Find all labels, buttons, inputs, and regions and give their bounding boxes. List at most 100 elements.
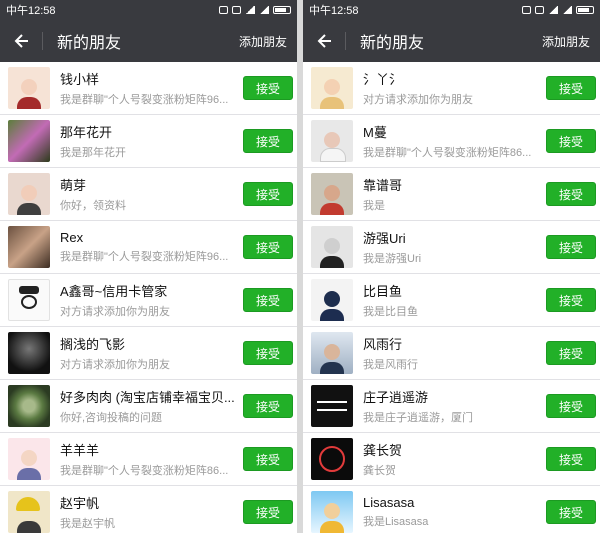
friend-name: 钱小样 (60, 72, 100, 87)
avatar (8, 226, 50, 268)
friend-name: A鑫哥~信用卡管家 (60, 284, 168, 299)
accept-button[interactable]: 接受 (546, 288, 596, 312)
divider (345, 32, 346, 50)
back-arrow-icon[interactable] (10, 29, 34, 53)
list-item[interactable]: 龚长贺 龚长贺 接受 (303, 433, 600, 486)
accept-button[interactable]: 接受 (546, 500, 596, 524)
wifi-icon (548, 6, 558, 14)
friend-message: 我是赵宇帆 (60, 518, 115, 530)
avatar (8, 385, 50, 427)
signal-icon (259, 6, 269, 14)
avatar (311, 491, 353, 533)
avatar (8, 173, 50, 215)
friend-name: 羊羊羊 (60, 443, 100, 458)
friend-name: M蔓 (363, 125, 387, 140)
avatar (8, 279, 50, 321)
friend-message: 我是庄子逍遥游，厦门 (363, 412, 473, 424)
friend-request-list: 氵丫氵 对方请求添加你为朋友 接受 M蔓 我是群聊"个人号裂变涨粉矩阵86...… (303, 62, 600, 533)
avatar (8, 491, 50, 533)
accept-button[interactable]: 接受 (243, 288, 293, 312)
accept-button[interactable]: 接受 (243, 129, 293, 153)
avatar (311, 67, 353, 109)
accept-button[interactable]: 接受 (546, 394, 596, 418)
accept-button[interactable]: 接受 (546, 129, 596, 153)
battery-icon (576, 6, 594, 14)
avatar (311, 120, 353, 162)
friend-name: 萌芽 (60, 178, 87, 193)
sync-icon (219, 6, 228, 14)
friend-name: 庄子逍遥游 (363, 390, 429, 405)
mute-icon (232, 6, 241, 14)
mute-icon (535, 6, 544, 14)
list-item[interactable]: Rex 我是群聊"个人号裂变涨粉矩阵96... 接受 (0, 221, 297, 274)
friend-message: 我是风雨行 (363, 359, 418, 371)
left-phone-screen: 中午12:58 新的朋友 添加朋友 钱小样 我是群聊"个人号裂变涨粉矩阵96..… (0, 0, 297, 533)
avatar (311, 332, 353, 374)
friend-message: 你好，领资料 (60, 200, 126, 212)
accept-button[interactable]: 接受 (546, 235, 596, 259)
avatar (311, 279, 353, 321)
back-arrow-icon[interactable] (313, 29, 337, 53)
friend-message: 你好,咨询投稿的问题 (60, 412, 163, 424)
friend-name: 氵丫氵 (363, 72, 403, 87)
accept-button[interactable]: 接受 (546, 76, 596, 100)
friend-message: 龚长贺 (363, 465, 396, 477)
accept-button[interactable]: 接受 (243, 394, 293, 418)
friend-message: 我是群聊"个人号裂变涨粉矩阵86... (363, 147, 532, 159)
list-item[interactable]: 靠谱哥 我是 接受 (303, 168, 600, 221)
avatar (8, 332, 50, 374)
top-bar: 新的朋友 添加朋友 (303, 20, 600, 62)
avatar (311, 385, 353, 427)
friend-message: 我是Lisasasa (363, 516, 429, 528)
accept-button[interactable]: 接受 (243, 235, 293, 259)
friend-message: 我是 (363, 200, 385, 212)
friend-name: 好多肉肉 (淘宝店铺幸福宝贝... (60, 390, 235, 405)
friend-request-list: 钱小样 我是群聊"个人号裂变涨粉矩阵96... 接受 那年花开 我是那年花开 接… (0, 62, 297, 533)
list-item[interactable]: 赵宇帆 我是赵宇帆 接受 (0, 486, 297, 533)
list-item[interactable]: 钱小样 我是群聊"个人号裂变涨粉矩阵96... 接受 (0, 62, 297, 115)
list-item[interactable]: 好多肉肉 (淘宝店铺幸福宝贝... 你好,咨询投稿的问题 接受 (0, 380, 297, 433)
friend-name: 搁浅的飞影 (60, 337, 126, 352)
friend-name: 风雨行 (363, 337, 403, 352)
friend-message: 我是那年花开 (60, 147, 126, 159)
divider (42, 32, 43, 50)
list-item[interactable]: Lisasasa 我是Lisasasa 接受 (303, 486, 600, 533)
accept-button[interactable]: 接受 (243, 76, 293, 100)
list-item[interactable]: 氵丫氵 对方请求添加你为朋友 接受 (303, 62, 600, 115)
accept-button[interactable]: 接受 (243, 447, 293, 471)
list-item[interactable]: 羊羊羊 我是群聊"个人号裂变涨粉矩阵86... 接受 (0, 433, 297, 486)
list-item[interactable]: 风雨行 我是风雨行 接受 (303, 327, 600, 380)
status-time: 中午12:58 (6, 5, 56, 17)
accept-button[interactable]: 接受 (243, 182, 293, 206)
list-item[interactable]: 那年花开 我是那年花开 接受 (0, 115, 297, 168)
friend-name: 靠谱哥 (363, 178, 403, 193)
friend-message: 我是群聊"个人号裂变涨粉矩阵96... (60, 94, 229, 106)
friend-name: 游强Uri (363, 231, 406, 246)
friend-message: 我是群聊"个人号裂变涨粉矩阵96... (60, 251, 229, 263)
list-item[interactable]: 搁浅的飞影 对方请求添加你为朋友 接受 (0, 327, 297, 380)
accept-button[interactable]: 接受 (546, 341, 596, 365)
accept-button[interactable]: 接受 (243, 341, 293, 365)
list-item[interactable]: 比目鱼 我是比目鱼 接受 (303, 274, 600, 327)
avatar (8, 120, 50, 162)
friend-name: 比目鱼 (363, 284, 403, 299)
accept-button[interactable]: 接受 (243, 500, 293, 524)
avatar (8, 438, 50, 480)
friend-name: 龚长贺 (363, 443, 403, 458)
friend-message: 我是群聊"个人号裂变涨粉矩阵86... (60, 465, 229, 477)
list-item[interactable]: M蔓 我是群聊"个人号裂变涨粉矩阵86... 接受 (303, 115, 600, 168)
page-title: 新的朋友 (360, 35, 425, 52)
list-item[interactable]: 庄子逍遥游 我是庄子逍遥游，厦门 接受 (303, 380, 600, 433)
add-friend-button[interactable]: 添加朋友 (239, 33, 287, 50)
friend-message: 我是游强Uri (363, 253, 422, 265)
list-item[interactable]: 游强Uri 我是游强Uri 接受 (303, 221, 600, 274)
accept-button[interactable]: 接受 (546, 182, 596, 206)
add-friend-button[interactable]: 添加朋友 (542, 33, 590, 50)
avatar (8, 67, 50, 109)
wifi-icon (245, 6, 255, 14)
list-item[interactable]: 萌芽 你好，领资料 接受 (0, 168, 297, 221)
list-item[interactable]: A鑫哥~信用卡管家 对方请求添加你为朋友 接受 (0, 274, 297, 327)
accept-button[interactable]: 接受 (546, 447, 596, 471)
right-phone-screen: 中午12:58 新的朋友 添加朋友 氵丫氵 对方请求添加你为朋友 接受 M蔓 我… (303, 0, 600, 533)
friend-name: Rex (60, 230, 84, 245)
